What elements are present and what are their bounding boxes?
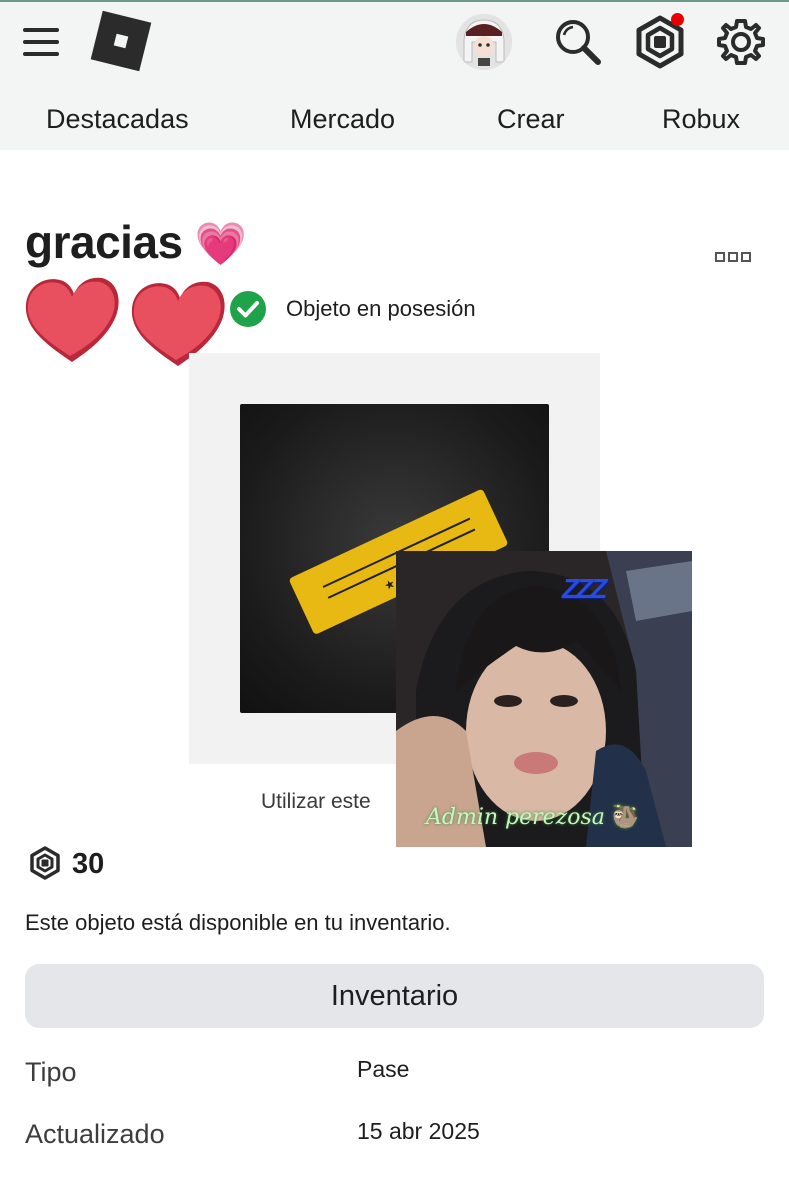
nav-crear[interactable]: Crear <box>497 104 565 135</box>
search-icon[interactable] <box>553 17 603 67</box>
sleep-zzz: ZZZ <box>562 573 607 604</box>
robux-price-icon <box>29 846 61 880</box>
detail-value-updated: 15 abr 2025 <box>357 1118 480 1144</box>
more-options-icon[interactable] <box>715 250 753 262</box>
item-title: gracias <box>25 216 183 268</box>
inventory-button[interactable]: Inventario <box>25 964 764 1028</box>
detail-label-type: Tipo <box>25 1057 77 1087</box>
heart-sticker-left <box>22 270 122 366</box>
owned-label: Objeto en posesión <box>286 296 476 321</box>
overlay-caption-text: Admin perezosa <box>426 805 605 830</box>
menu-icon[interactable] <box>23 28 59 56</box>
gear-icon[interactable] <box>715 16 767 68</box>
page-title: gracias 💗 <box>25 215 247 269</box>
sloth-emoji: 🦥 <box>611 805 640 830</box>
avatar[interactable] <box>456 14 512 70</box>
overlay-caption: Admin perezosa 🦥 <box>426 805 639 830</box>
notification-dot <box>671 13 684 26</box>
title-emoji: 💗 <box>194 220 247 267</box>
roblox-logo[interactable] <box>90 10 152 72</box>
inventory-button-label: Inventario <box>330 979 459 1012</box>
availability-text: Este objeto está disponible en tu invent… <box>25 910 451 935</box>
detail-label-updated: Actualizado <box>25 1119 165 1149</box>
overlay-photo: ZZZ Admin perezosa 🦥 <box>396 551 692 847</box>
check-circle-icon <box>229 290 267 328</box>
detail-value-type: Pase <box>357 1056 410 1082</box>
overlay-portrait <box>396 551 692 847</box>
nav-mercado[interactable]: Mercado <box>290 104 395 135</box>
nav-destacadas[interactable]: Destacadas <box>46 104 189 135</box>
item-price: 30 <box>72 848 105 880</box>
use-item-text[interactable]: Utilizar este <box>261 790 371 814</box>
top-bar: Destacadas Mercado Crear Robux <box>0 0 789 150</box>
nav-robux[interactable]: Robux <box>662 104 740 135</box>
